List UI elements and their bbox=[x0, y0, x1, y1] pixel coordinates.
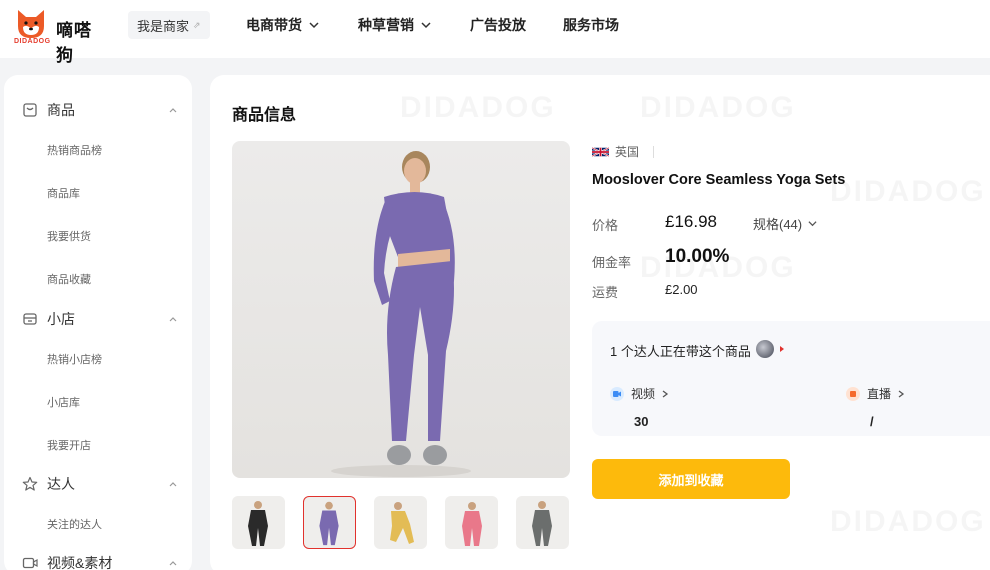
sidebar-item-supply[interactable]: 我要供货 bbox=[47, 228, 91, 244]
product-info-card: DIDADOG DIDADOG DIDADOG DIDADOG DIDADOG … bbox=[210, 75, 990, 570]
watermark: DIDADOG bbox=[830, 505, 986, 539]
thumbnail-black[interactable] bbox=[232, 496, 285, 549]
sidebar-item-followed-kol[interactable]: 关注的达人 bbox=[47, 516, 102, 532]
merchant-label: 我是商家 bbox=[137, 18, 190, 34]
live-stat-value: / bbox=[870, 414, 874, 429]
logo-text: 嘀嗒狗 bbox=[56, 21, 92, 65]
store-icon bbox=[23, 313, 37, 325]
chevron-up-icon bbox=[169, 317, 177, 322]
video-stat-link[interactable]: 视频 bbox=[610, 385, 669, 402]
video-stat-value: 30 bbox=[634, 414, 649, 429]
chevron-up-icon bbox=[169, 482, 177, 487]
box-icon bbox=[23, 103, 37, 117]
thumbnail-pink[interactable] bbox=[445, 496, 498, 549]
sidebar-group-label: 小店 bbox=[47, 311, 75, 327]
product-main-image[interactable] bbox=[232, 141, 570, 478]
country-row: 英国 bbox=[592, 143, 655, 160]
video-icon bbox=[22, 557, 38, 569]
spec-dropdown[interactable]: 规格(44) bbox=[753, 214, 817, 233]
caret-right-icon[interactable] bbox=[780, 346, 784, 352]
kol-summary-box: 1 个达人正在带这个商品 视频 30 直播 / bbox=[592, 321, 990, 436]
chevron-down-icon bbox=[808, 221, 817, 227]
video-camera-icon bbox=[610, 386, 624, 401]
price-value: £16.98 bbox=[665, 212, 717, 231]
chevron-right-icon bbox=[662, 389, 669, 398]
commission-label: 佣金率 bbox=[592, 255, 632, 270]
chevron-down-icon bbox=[309, 22, 319, 29]
kol-count-text: 1 个达人正在带这个商品 bbox=[610, 344, 751, 359]
product-title: Mooslover Core Seamless Yoga Sets bbox=[592, 172, 846, 188]
sidebar-group-label: 达人 bbox=[47, 476, 75, 492]
thumbnail-gray[interactable] bbox=[516, 496, 569, 549]
yoga-set-model-illustration bbox=[331, 151, 471, 477]
nav-label: 广告投放 bbox=[470, 17, 526, 33]
merchant-link[interactable]: 我是商家 ⇗ bbox=[128, 11, 210, 39]
logo-subtext: DIDADOG bbox=[14, 38, 51, 45]
sidebar-group-goods[interactable]: 商品 bbox=[4, 95, 192, 125]
sidebar-item-open-store[interactable]: 我要开店 bbox=[47, 437, 91, 453]
dog-logo-icon bbox=[18, 10, 44, 38]
chevron-down-icon bbox=[421, 22, 431, 29]
chevron-up-icon bbox=[169, 108, 177, 113]
sidebar-item-favorites[interactable]: 商品收藏 bbox=[47, 271, 91, 287]
watermark: DIDADOG bbox=[640, 91, 796, 125]
sidebar-group-kol[interactable]: 达人 bbox=[4, 469, 192, 499]
live-stat-link[interactable]: 直播 bbox=[846, 385, 905, 402]
thumbnail-figure bbox=[390, 502, 414, 544]
sidebar-item-goods-library[interactable]: 商品库 bbox=[47, 185, 80, 201]
logo[interactable]: 嘀嗒狗 DIDADOG bbox=[12, 6, 108, 65]
nav-marketing[interactable]: 种草营销 bbox=[358, 15, 431, 35]
thumbnail-purple[interactable] bbox=[303, 496, 356, 549]
price-label: 价格 bbox=[592, 218, 619, 233]
live-stat-label: 直播 bbox=[867, 387, 892, 401]
commission-value: 10.00% bbox=[665, 246, 730, 267]
add-to-favorites-button[interactable]: 添加到收藏 bbox=[592, 459, 790, 499]
live-broadcast-icon bbox=[846, 386, 860, 401]
shipping-value: £2.00 bbox=[665, 282, 698, 297]
sidebar-item-hot-stores[interactable]: 热销小店榜 bbox=[47, 351, 102, 367]
thumbnail-figure bbox=[248, 501, 268, 546]
watermark: DIDADOG bbox=[830, 175, 986, 209]
spec-label: 规格(44) bbox=[753, 217, 803, 232]
star-icon bbox=[22, 476, 38, 491]
external-link-icon: ⇗ bbox=[193, 19, 201, 30]
nav-label: 种草营销 bbox=[358, 17, 414, 33]
thumbnail-figure bbox=[462, 502, 482, 546]
video-stat-label: 视频 bbox=[631, 387, 656, 401]
sidebar-group-video[interactable]: 视频&素材 bbox=[4, 548, 192, 570]
uk-flag-icon bbox=[592, 146, 609, 157]
thumbnail-yellow[interactable] bbox=[374, 496, 427, 549]
chevron-right-icon bbox=[898, 389, 905, 398]
divider bbox=[653, 145, 655, 158]
top-header: 嘀嗒狗 DIDADOG 我是商家 ⇗ 电商带货 种草营销 广告投放 服务市场 bbox=[0, 0, 990, 65]
shipping-label: 运费 bbox=[592, 285, 619, 300]
chevron-up-icon bbox=[169, 561, 177, 566]
sidebar-item-store-library[interactable]: 小店库 bbox=[47, 394, 80, 410]
watermark: DIDADOG bbox=[400, 91, 556, 125]
thumbnail-figure bbox=[532, 501, 552, 546]
nav-services[interactable]: 服务市场 bbox=[563, 15, 619, 35]
sidebar-group-store[interactable]: 小店 bbox=[4, 304, 192, 334]
nav-ecommerce[interactable]: 电商带货 bbox=[246, 15, 319, 35]
nav-ads[interactable]: 广告投放 bbox=[470, 15, 526, 35]
sidebar-group-label: 视频&素材 bbox=[47, 555, 113, 570]
section-title: 商品信息 bbox=[232, 107, 297, 124]
avatar[interactable] bbox=[756, 340, 774, 358]
sidebar-group-label: 商品 bbox=[47, 102, 75, 118]
sidebar: 商品 热销商品榜 商品库 我要供货 商品收藏 小店 热销小店榜 小店库 我要开店… bbox=[4, 75, 192, 570]
thumbnail-figure bbox=[319, 501, 339, 546]
nav-label: 服务市场 bbox=[563, 17, 619, 33]
sidebar-item-hot-goods[interactable]: 热销商品榜 bbox=[47, 142, 102, 158]
nav-label: 电商带货 bbox=[246, 17, 302, 33]
country-label: 英国 bbox=[615, 145, 640, 159]
